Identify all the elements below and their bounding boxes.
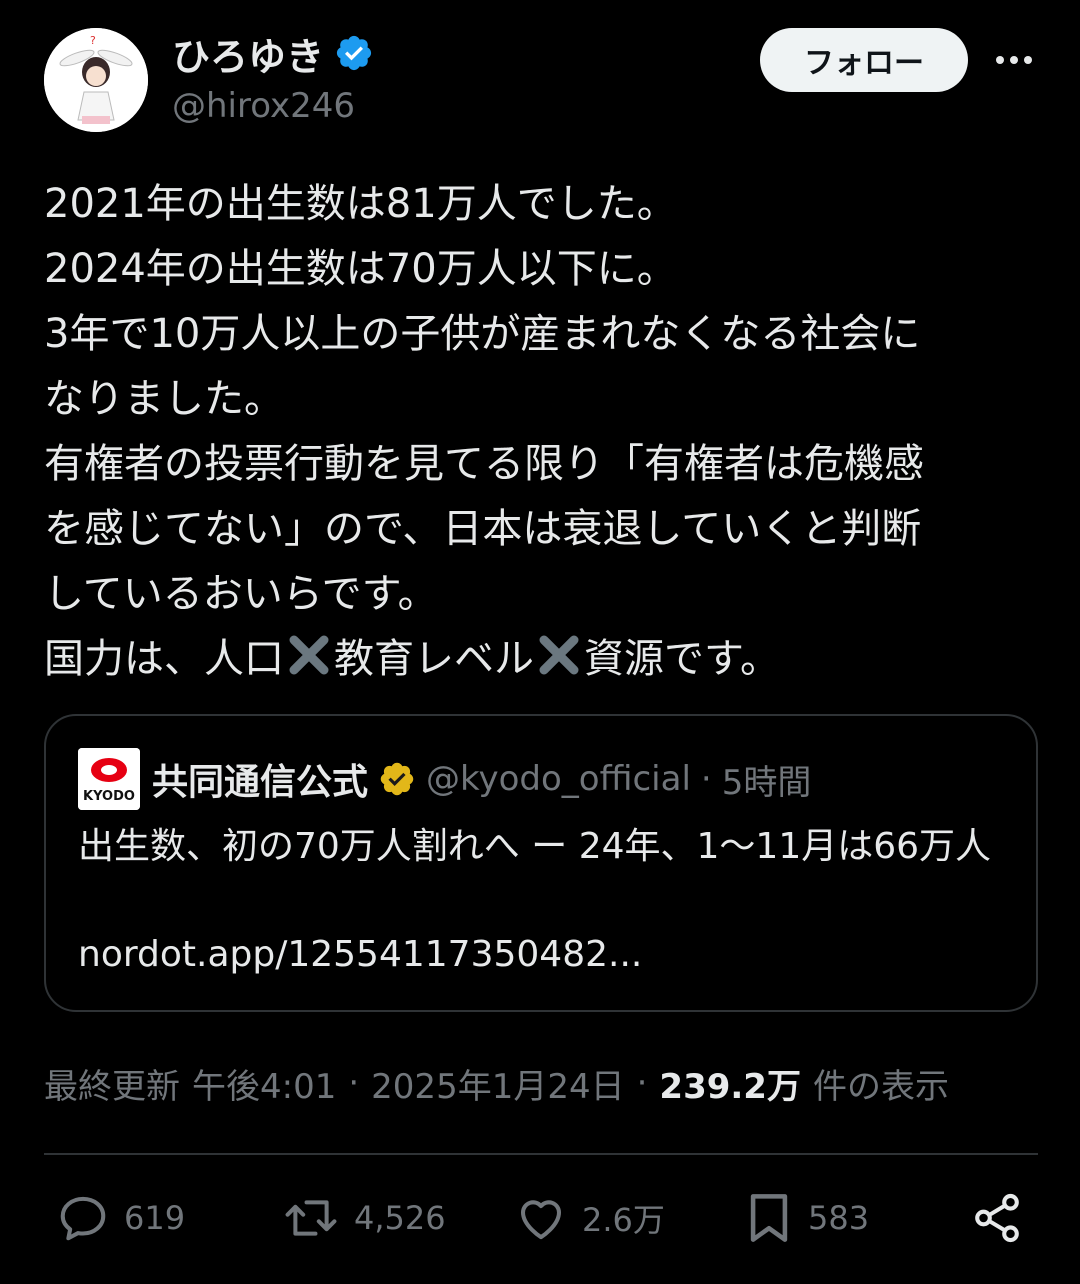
separator-dot: ·: [348, 1063, 360, 1103]
views-label: 件の表示: [812, 1066, 949, 1107]
kyodo-logo-icon: KYODO: [78, 748, 140, 810]
quoted-timestamp: 5時間: [721, 762, 812, 803]
tweet-line: を感じてない」ので、日本は衰退していくと判断: [44, 506, 922, 552]
author-name-row[interactable]: ひろゆき: [172, 30, 374, 79]
quoted-tweet-link[interactable]: nordot.app/12554117350482...: [78, 928, 642, 982]
tweet-text-part: 資源です。: [584, 636, 780, 682]
tweet-line: 2024年の出生数は70万人以下に。: [44, 246, 677, 292]
tweet-text-part: 国力は、人口: [44, 636, 284, 682]
tweet-time[interactable]: 午後4:01: [192, 1059, 336, 1108]
cross-mark-icon: [539, 635, 579, 675]
reply-count: 619: [124, 1199, 186, 1237]
tweet-line: なりました。: [44, 376, 284, 422]
avatar[interactable]: ?: [44, 28, 148, 132]
bookmark-button[interactable]: 583: [744, 1188, 869, 1248]
separator-dot: ·: [636, 1063, 648, 1103]
quoted-author-name: 共同通信公式: [152, 762, 369, 803]
like-button[interactable]: 2.6万: [514, 1188, 665, 1248]
tweet-date[interactable]: 2025年1月24日: [371, 1059, 624, 1108]
verified-gold-badge-icon: [380, 762, 414, 796]
tweet-line: しているおいらです。: [44, 571, 438, 617]
bookmark-icon: [750, 1194, 788, 1242]
author-handle[interactable]: @hirox246: [172, 86, 355, 126]
share-button[interactable]: [970, 1188, 1024, 1248]
like-count: 2.6万: [582, 1201, 665, 1239]
quoted-tweet-card[interactable]: KYODO 共同通信公式 @kyodo_official · 5時間 出生数、初…: [44, 714, 1038, 1012]
tweet-detail: ? ひろゆき @hirox246 フォロー 2021年の出生数は81万人でした。…: [0, 0, 1080, 1284]
tweet-line: 2021年の出生数は81万人でした。: [44, 181, 677, 227]
follow-button[interactable]: フォロー: [760, 28, 968, 92]
divider: [44, 1153, 1038, 1155]
repost-count: 4,526: [354, 1199, 446, 1237]
kyodo-logo: KYODO: [78, 748, 140, 810]
quoted-tweet-header: 共同通信公式 @kyodo_official · 5時間: [152, 754, 811, 804]
quoted-author-handle: @kyodo_official: [426, 759, 691, 799]
tweet-text: 2021年の出生数は81万人でした。 2024年の出生数は70万人以下に。 3年…: [44, 172, 1044, 692]
svg-text:?: ?: [90, 34, 96, 47]
tweet-line: 有権者の投票行動を見てる限り「有権者は危機感: [44, 441, 924, 487]
bookmark-count: 583: [808, 1199, 870, 1237]
avatar-icon: ?: [44, 28, 148, 132]
tweet-line: 3年で10万人以上の子供が産まれなくなる社会に: [44, 311, 921, 357]
reply-button[interactable]: 619: [56, 1188, 185, 1248]
author-display-name[interactable]: ひろゆき: [172, 26, 324, 81]
tweet-meta: 最終更新 午後4:01 · 2025年1月24日 · 239.2万 件の表示: [44, 1058, 949, 1108]
more-button[interactable]: [990, 40, 1038, 80]
repost-button[interactable]: 4,526: [282, 1188, 446, 1248]
reply-icon: [60, 1196, 106, 1241]
separator-dot: ·: [700, 759, 712, 799]
verified-badge-icon: [336, 35, 372, 71]
repost-icon: [285, 1200, 337, 1236]
cross-mark-icon: [289, 635, 329, 675]
heart-icon: [520, 1200, 562, 1240]
quoted-tweet-text: 出生数、初の70万人割れへ ー 24年、1〜11月は66万人: [78, 826, 992, 867]
views-count: 239.2万: [659, 1066, 801, 1107]
updated-label: 最終更新: [44, 1066, 180, 1107]
more-icon: [996, 56, 1032, 64]
tweet-line-last: 国力は、人口 教育レベル 資源です。: [44, 627, 1044, 692]
share-icon: [975, 1193, 1019, 1243]
tweet-text-part: 教育レベル: [334, 636, 534, 682]
kyodo-logo-text: KYODO: [83, 789, 135, 804]
